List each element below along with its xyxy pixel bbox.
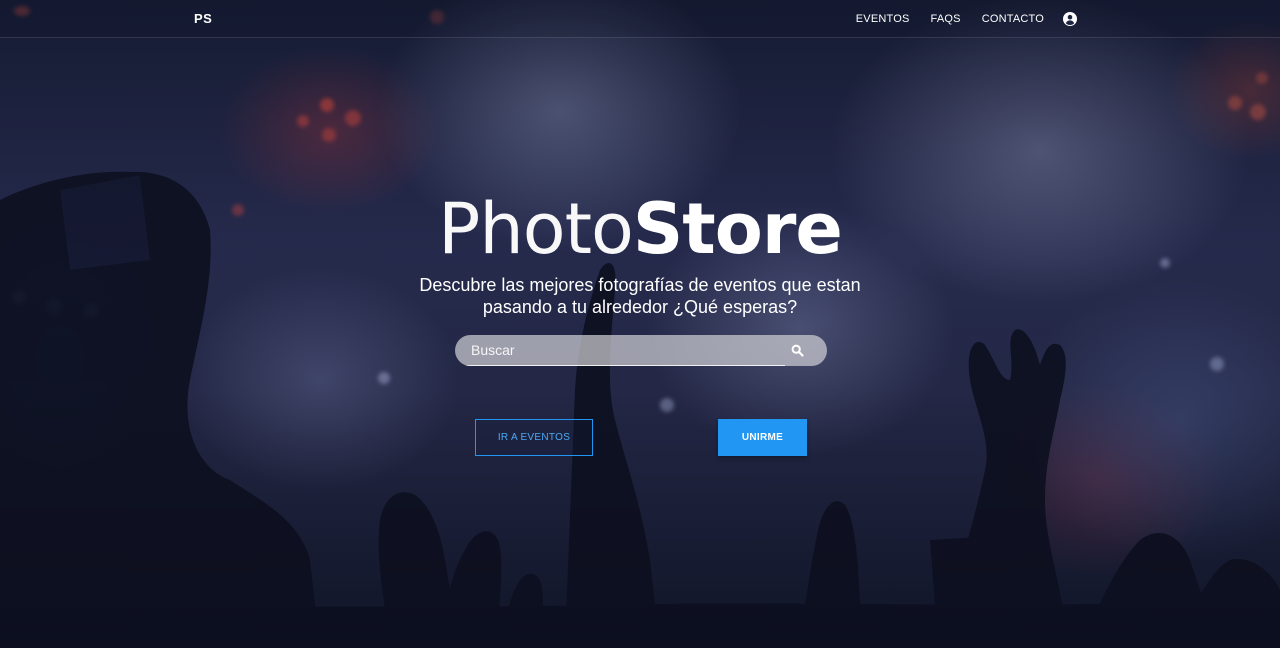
- nav-link-faqs[interactable]: FAQS: [931, 13, 961, 25]
- background-overlay: [0, 0, 1280, 648]
- nav-links: EVENTOS FAQS CONTACTO: [835, 0, 1077, 37]
- title-bold-part: Store: [632, 188, 843, 270]
- title-light-part: Photo: [438, 188, 634, 270]
- search-icon[interactable]: [791, 344, 804, 357]
- account-circle-icon[interactable]: [1063, 11, 1077, 26]
- nav-link-eventos[interactable]: EVENTOS: [856, 13, 910, 25]
- go-to-events-button[interactable]: IR A EVENTOS: [475, 419, 593, 456]
- hero-subtitle: Descubre las mejores fotografías de even…: [419, 275, 861, 317]
- brand-logo[interactable]: PS: [194, 11, 212, 26]
- search-bar: [455, 335, 827, 366]
- search-input[interactable]: [455, 335, 785, 366]
- join-button[interactable]: UNIRME: [718, 419, 807, 456]
- hero-section: PS EVENTOS FAQS CONTACTO PhotoStore Desc…: [0, 0, 1280, 648]
- navbar: PS EVENTOS FAQS CONTACTO: [0, 0, 1280, 38]
- nav-link-contacto[interactable]: CONTACTO: [982, 13, 1044, 25]
- page-title: PhotoStore: [0, 189, 1280, 269]
